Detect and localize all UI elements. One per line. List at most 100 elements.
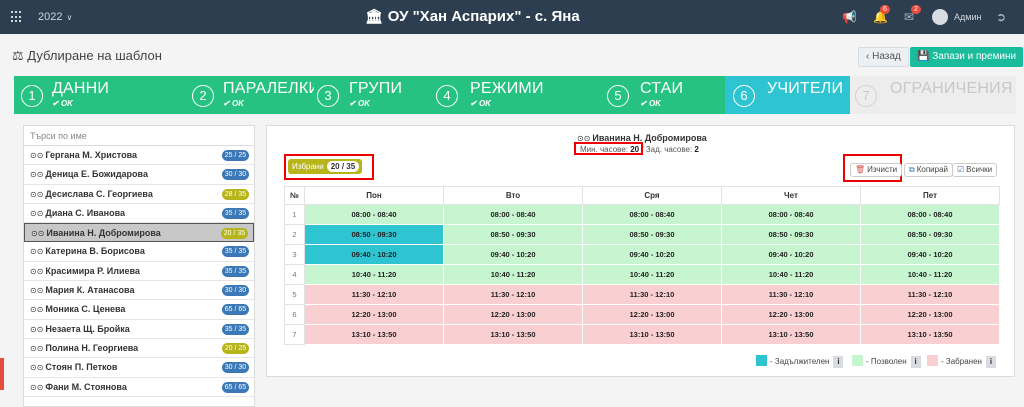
schedule-row: 5 11:30 - 12:10 11:30 - 12:10 11:30 - 12:10… bbox=[284, 284, 1000, 305]
schedule-cell-allowed[interactable]: 09:40 - 10:20 bbox=[582, 244, 722, 265]
teacher-list-item[interactable]: ⊙⊙ Полина Н. Георгиева 20 / 25 bbox=[24, 339, 254, 359]
schedule-cell-forbidden[interactable]: 12:20 - 13:00 bbox=[582, 304, 722, 325]
period-number[interactable]: 4 bbox=[284, 264, 305, 285]
teacher-icon: ⊙⊙ bbox=[30, 208, 44, 218]
schedule-cell-forbidden[interactable]: 13:10 - 13:50 bbox=[443, 324, 583, 345]
teacher-list-item[interactable]: ⊙⊙ Стоян П. Петков 30 / 30 bbox=[24, 358, 254, 378]
teacher-list-item[interactable]: ⊙⊙ Диана С. Иванова 35 / 35 bbox=[24, 204, 254, 224]
min-hours-highlight bbox=[574, 142, 643, 155]
schedule-cell-allowed[interactable]: 08:00 - 08:40 bbox=[443, 204, 583, 225]
select-all-button[interactable]: ☑ Всички bbox=[952, 163, 998, 177]
period-number[interactable]: 7 bbox=[284, 324, 305, 345]
schedule-cell-allowed[interactable]: 08:50 - 09:30 bbox=[721, 224, 861, 245]
teacher-list-item[interactable]: ⊙⊙ Красимира Р. Илиева 35 / 35 bbox=[24, 262, 254, 282]
col-header-day[interactable]: Чет bbox=[721, 186, 861, 205]
teacher-list-item[interactable]: ⊙⊙ Моника С. Ценева 65 / 65 bbox=[24, 300, 254, 320]
schedule-cell-allowed[interactable]: 08:50 - 09:30 bbox=[860, 224, 1000, 245]
schedule-cell-allowed[interactable]: 08:50 - 09:30 bbox=[582, 224, 722, 245]
period-number[interactable]: 3 bbox=[284, 244, 305, 265]
col-header-day[interactable]: Сря bbox=[582, 186, 722, 205]
back-button[interactable]: ‹ Назад bbox=[858, 47, 909, 67]
schedule-cell-forbidden[interactable]: 11:30 - 12:10 bbox=[304, 284, 444, 305]
year-selector[interactable]: 2022 ∨ bbox=[38, 11, 72, 23]
period-number[interactable]: 1 bbox=[284, 204, 305, 225]
clear-button[interactable]: 🗑 Изчисти bbox=[850, 163, 903, 177]
schedule-cell-mandatory[interactable]: 08:50 - 09:30 bbox=[304, 224, 444, 245]
teacher-list-item[interactable]: ⊙⊙ Катерина В. Борисова 35 / 35 bbox=[24, 242, 254, 262]
teacher-list-item[interactable]: ⊙⊙ Деница Е. Божидарова 30 / 30 bbox=[24, 165, 254, 185]
schedule-cell-forbidden[interactable]: 13:10 - 13:50 bbox=[860, 324, 1000, 345]
apps-grid-icon[interactable] bbox=[11, 11, 23, 23]
teacher-list-item[interactable]: ⊙⊙ Иванина Н. Добромирова 20 / 35 bbox=[24, 223, 254, 243]
teacher-list-item[interactable]: ⊙⊙ Фани М. Стоянова 65 / 65 bbox=[24, 378, 254, 397]
schedule-cell-forbidden[interactable]: 13:10 - 13:50 bbox=[304, 324, 444, 345]
megaphone-icon[interactable]: 📢 bbox=[842, 10, 857, 24]
schedule-cell-allowed[interactable]: 10:40 - 11:20 bbox=[443, 264, 583, 285]
col-header-day[interactable]: Вто bbox=[443, 186, 583, 205]
col-header-day[interactable]: Пет bbox=[860, 186, 1000, 205]
col-header-day[interactable]: Пон bbox=[304, 186, 444, 205]
schedule-row: 1 08:00 - 08:40 08:00 - 08:40 08:00 - 08:40… bbox=[284, 204, 1000, 225]
hours-badge: 35 / 35 bbox=[222, 265, 249, 277]
schedule-row: 7 13:10 - 13:50 13:10 - 13:50 13:10 - 13:50… bbox=[284, 324, 1000, 345]
schedule-cell-allowed[interactable]: 10:40 - 11:20 bbox=[304, 264, 444, 285]
schedule-cell-forbidden[interactable]: 12:20 - 13:00 bbox=[443, 304, 583, 325]
step-teachers[interactable]: 6 УЧИТЕЛИ bbox=[725, 76, 850, 114]
step-number: 1 bbox=[21, 85, 43, 107]
logout-icon[interactable]: ➲ bbox=[996, 10, 1006, 24]
schedule-cell-forbidden[interactable]: 12:20 - 13:00 bbox=[721, 304, 861, 325]
schedule-cell-forbidden[interactable]: 11:30 - 12:10 bbox=[582, 284, 722, 305]
step-data[interactable]: 1 ДАННИ ✔ OK bbox=[14, 76, 189, 114]
schedule-cell-allowed[interactable]: 09:40 - 10:20 bbox=[721, 244, 861, 265]
schedule-cell-forbidden[interactable]: 11:30 - 12:10 bbox=[721, 284, 861, 305]
schedule-cell-forbidden[interactable]: 11:30 - 12:10 bbox=[443, 284, 583, 305]
teacher-list-item[interactable]: ⊙⊙ Гергана М. Христова 25 / 25 bbox=[24, 146, 254, 166]
checkbox-icon: ☑ bbox=[957, 165, 965, 174]
app-title: 🏛 ОУ "Хан Аспарих" - с. Яна bbox=[365, 8, 580, 25]
schedule-cell-mandatory[interactable]: 09:40 - 10:20 bbox=[304, 244, 444, 265]
set-hours-label: Зад. часове: bbox=[645, 145, 693, 154]
teacher-list-item[interactable]: ⊙⊙ Десислава С. Георгиева 28 / 35 bbox=[24, 185, 254, 204]
schedule-cell-allowed[interactable]: 10:40 - 11:20 bbox=[721, 264, 861, 285]
schedule-cell-allowed[interactable]: 10:40 - 11:20 bbox=[582, 264, 722, 285]
schedule-cell-forbidden[interactable]: 12:20 - 13:00 bbox=[860, 304, 1000, 325]
schedule-cell-forbidden[interactable]: 11:30 - 12:10 bbox=[860, 284, 1000, 305]
schedule-cell-allowed[interactable]: 08:00 - 08:40 bbox=[304, 204, 444, 225]
schedule-row: 2 08:50 - 09:30 08:50 - 09:30 08:50 - 09:30… bbox=[284, 224, 1000, 245]
step-restrictions[interactable]: 7 ОГРАНИЧЕНИЯ bbox=[850, 76, 1016, 114]
save-and-continue-button[interactable]: 💾 Запази и премини bbox=[910, 47, 1024, 67]
step-groups[interactable]: 3 ГРУПИ ✔ OK bbox=[314, 76, 432, 114]
schedule-cell-forbidden[interactable]: 13:10 - 13:50 bbox=[721, 324, 861, 345]
schedule-cell-allowed[interactable]: 08:00 - 08:40 bbox=[721, 204, 861, 225]
messages-envelope-icon[interactable]: ✉ 2 bbox=[904, 5, 921, 24]
teacher-icon: ⊙⊙ bbox=[30, 382, 44, 392]
schedule-cell-forbidden[interactable]: 12:20 - 13:00 bbox=[304, 304, 444, 325]
schedule-cell-allowed[interactable]: 08:50 - 09:30 bbox=[443, 224, 583, 245]
schedule-cell-allowed[interactable]: 09:40 - 10:20 bbox=[443, 244, 583, 265]
schedule-cell-allowed[interactable]: 09:40 - 10:20 bbox=[860, 244, 1000, 265]
copy-button[interactable]: ⧉ Копирай bbox=[904, 163, 953, 177]
step-rooms[interactable]: 5 СТАИ ✔ OK bbox=[604, 76, 725, 114]
step-classes[interactable]: 2 ПАРАЛЕЛКИ ✔ OK bbox=[189, 76, 314, 114]
step-modes[interactable]: 4 РЕЖИМИ ✔ OK bbox=[432, 76, 604, 114]
notifications-bell-icon[interactable]: 🔔 6 bbox=[873, 5, 890, 24]
schedule-cell-allowed[interactable]: 08:00 - 08:40 bbox=[582, 204, 722, 225]
teacher-search-input[interactable]: Търси по име bbox=[24, 126, 254, 146]
teacher-list-item[interactable]: ⊙⊙ Незаета Щ. Бройка 35 / 35 bbox=[24, 320, 254, 339]
step-label: УЧИТЕЛИ bbox=[767, 80, 844, 97]
period-number[interactable]: 5 bbox=[284, 284, 305, 305]
period-number[interactable]: 2 bbox=[284, 224, 305, 245]
avatar[interactable] bbox=[932, 9, 948, 25]
schedule-cell-allowed[interactable]: 10:40 - 11:20 bbox=[860, 264, 1000, 285]
info-icon[interactable]: i bbox=[910, 356, 921, 368]
teacher-icon: ⊙⊙ bbox=[30, 189, 44, 199]
teacher-list-item[interactable]: ⊙⊙ Мария К. Атанасова 30 / 30 bbox=[24, 281, 254, 301]
schedule-cell-allowed[interactable]: 08:00 - 08:40 bbox=[860, 204, 1000, 225]
hours-badge: 28 / 35 bbox=[222, 188, 249, 200]
user-name[interactable]: Админ bbox=[954, 12, 981, 22]
schedule-cell-forbidden[interactable]: 13:10 - 13:50 bbox=[582, 324, 722, 345]
period-number[interactable]: 6 bbox=[284, 304, 305, 325]
info-icon[interactable]: i bbox=[985, 356, 996, 368]
hours-badge: 20 / 35 bbox=[221, 228, 248, 240]
info-icon[interactable]: i bbox=[833, 356, 844, 368]
